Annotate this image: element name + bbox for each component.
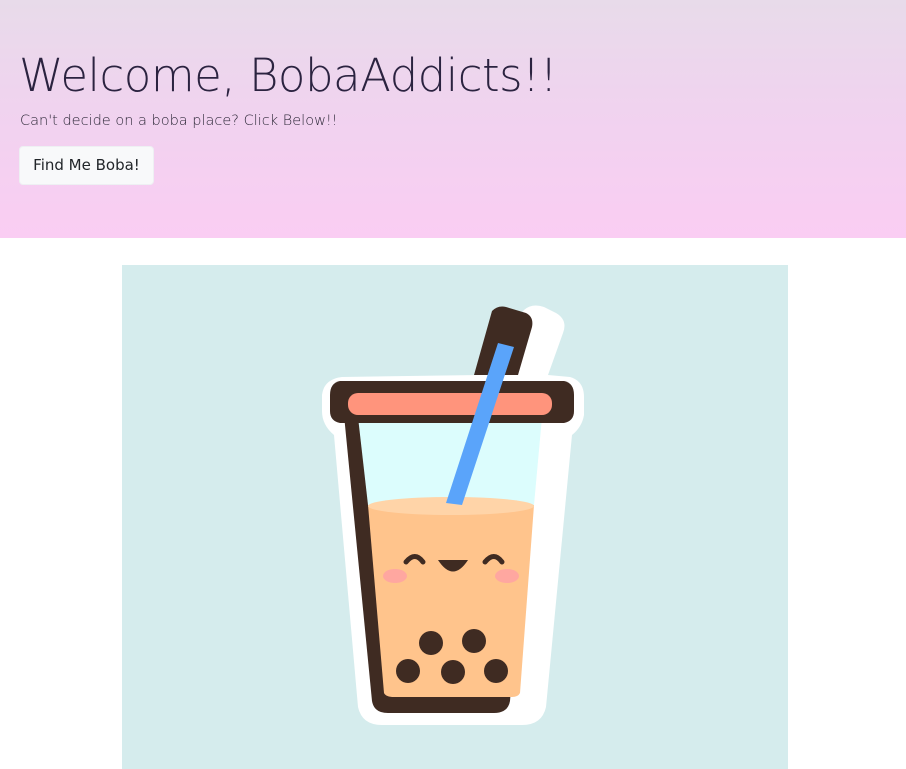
hero-banner: Welcome, BobaAddicts!! Can't decide on a…	[0, 0, 906, 238]
hero-subtitle: Can't decide on a boba place? Click Belo…	[20, 113, 338, 129]
boba-illustration	[122, 265, 788, 769]
lid	[348, 393, 552, 415]
find-me-boba-button[interactable]: Find Me Boba!	[19, 146, 154, 185]
boba-tea-cup-icon	[322, 305, 584, 725]
page-title: Welcome, BobaAddicts!!	[19, 49, 558, 102]
